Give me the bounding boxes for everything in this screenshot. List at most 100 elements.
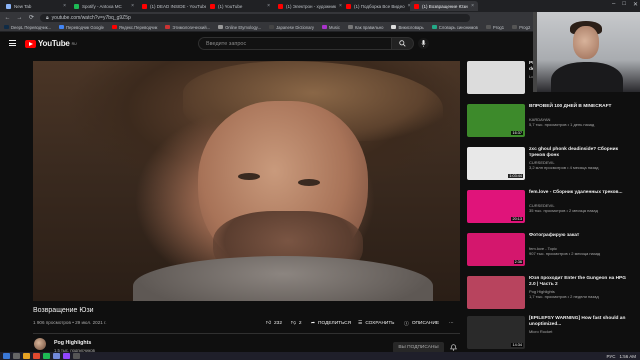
twitch-icon[interactable]	[63, 353, 70, 359]
video-thumbnail[interactable]	[467, 61, 525, 94]
video-thumbnail[interactable]: 2:36	[467, 233, 525, 266]
video-thumbnail[interactable]: 16:37	[467, 104, 525, 137]
save-label: СОХРАНИТЬ	[365, 321, 395, 326]
obs-icon[interactable]	[73, 353, 80, 359]
recommended-title[interactable]: fem.love - Сборник удаленных треков...	[529, 190, 633, 196]
start-icon[interactable]	[3, 353, 10, 359]
recommended-video[interactable]: 16:37 ВПРОВЕЙ 100 ДНЕЙ В MINECRAFT KARDAYA…	[467, 104, 635, 146]
url-text: youtube.com/watch?v=y7bq_g9Z5p	[51, 14, 131, 21]
minimize-icon[interactable]: –	[612, 1, 615, 8]
video-thumbnail[interactable]: 20:13	[467, 190, 525, 223]
lock-icon: 🔒︎	[46, 14, 49, 21]
webcam-body	[551, 62, 623, 92]
youtube-logo[interactable]: YouTube RU	[25, 39, 77, 48]
search-input[interactable]: Введите запрос	[198, 37, 392, 50]
tab-close-icon[interactable]: ×	[471, 3, 474, 9]
playlist-add-icon: ☰	[358, 321, 363, 326]
tab-label: Spotify - Antoxa MC	[82, 3, 122, 9]
video-title: Возвращение Юзи	[33, 307, 94, 314]
bookmark-item[interactable]: Яндекс.Переводчик	[111, 25, 157, 30]
browser-tab[interactable]: (1) Возвращение Юзи ×	[410, 1, 478, 11]
browser-tab[interactable]: (1) DEAD INSIDE - YouTube×	[138, 1, 206, 11]
bookmark-item[interactable]: Music	[322, 25, 340, 30]
webcam-overlay	[533, 12, 640, 92]
channel-name[interactable]: Pog Highlights	[54, 340, 91, 346]
file-explorer-icon[interactable]	[23, 353, 30, 359]
recommended-video[interactable]: 1:03:44 zxc ghoul phonk deadinside? Сборн…	[467, 147, 635, 189]
recommended-video[interactable]: 20:13 fem.love - Сборник удаленных треков…	[467, 190, 635, 232]
tab-label: (1) YouTube	[218, 3, 243, 9]
browser-tab[interactable]: New Tab ×	[2, 1, 70, 11]
bookmark-item[interactable]: Japanese Dictionary	[269, 25, 314, 30]
bookmark-item[interactable]: Как правильно	[347, 25, 383, 30]
share-button[interactable]: ➦ ПОДЕЛИТЬСЯ	[311, 319, 351, 328]
bookmark-favicon-icon	[431, 25, 437, 29]
recommended-title[interactable]: zxc ghoul phonk deadinside? Сборник трек…	[529, 147, 633, 159]
recommended-title[interactable]: Юзя проходит Enter the Gungeon на HPG 2.…	[529, 276, 633, 288]
more-actions-button[interactable]: ⋯	[449, 319, 454, 328]
search-button[interactable]	[392, 37, 414, 50]
recommended-video[interactable]: 2:36 Фотографирую закат fem.love - Topic 90…	[467, 233, 635, 275]
browser-icon[interactable]	[33, 353, 40, 359]
voice-search-button[interactable]	[418, 38, 429, 49]
browser-tab[interactable]: Spotify - Antoxa MC ×	[70, 1, 138, 11]
video-thumbnail[interactable]	[467, 276, 525, 309]
clock[interactable]: 1:56 AM	[619, 354, 636, 359]
region-label: RU	[71, 41, 77, 46]
video-duration: 2:36	[513, 260, 523, 264]
bookmark-favicon-icon	[347, 25, 353, 29]
forward-arrow-icon[interactable]: →	[16, 15, 23, 21]
spotify-icon[interactable]	[43, 353, 50, 359]
bookmark-favicon-icon	[165, 25, 171, 29]
dislike-count: 2	[298, 321, 302, 326]
video-duration: 1:03:44	[508, 174, 523, 178]
tab-favicon-icon	[210, 3, 215, 9]
bookmark-item[interactable]: Этимологический...	[165, 25, 210, 30]
like-button[interactable]: 👍︎ 232	[266, 319, 282, 328]
close-icon[interactable]: ✕	[633, 1, 638, 8]
bookmark-item[interactable]: Викисловарь	[391, 25, 424, 30]
video-player[interactable]	[33, 61, 460, 301]
video-frame-shirt	[133, 256, 433, 301]
bookmark-favicon-icon	[391, 25, 397, 29]
maximize-icon[interactable]: □	[622, 1, 626, 8]
tab-close-icon[interactable]: ×	[63, 3, 66, 9]
save-button[interactable]: ☰ СОХРАНИТЬ	[358, 319, 394, 328]
tab-close-icon[interactable]: ×	[267, 3, 270, 9]
recommended-title[interactable]: Фотографирую закат	[529, 233, 633, 239]
bookmark-item[interactable]: DeepL Переводчик...	[4, 25, 51, 30]
video-thumbnail[interactable]: 14:34	[467, 316, 525, 349]
like-count: 232	[274, 321, 283, 326]
language-indicator[interactable]: РУС	[606, 354, 615, 359]
browser-tab[interactable]: (1) Подборка Все Видео ×	[342, 1, 410, 11]
dislike-button[interactable]: 👎︎ 2	[291, 319, 302, 328]
bookmark-favicon-icon	[218, 25, 224, 29]
description-button[interactable]: ⓘ ОПИСАНИЕ	[404, 319, 439, 328]
reload-icon[interactable]: ⟳	[28, 14, 35, 21]
video-thumbnail[interactable]: 1:03:44	[467, 147, 525, 180]
browser-tab[interactable]: (1) YouTube ×	[206, 1, 274, 11]
recommended-title[interactable]: ВПРОВЕЙ 100 ДНЕЙ В MINECRAFT	[529, 104, 633, 110]
bookmark-label: Prog2	[519, 24, 531, 30]
back-arrow-icon[interactable]: ←	[4, 15, 11, 21]
recommended-title[interactable]: [EPILEPSY WARNING] How fast should an un…	[529, 316, 633, 328]
browser-tab-bar: New Tab × Spotify - Antoxa MC × (1) DEAD INS…	[0, 0, 640, 12]
bookmark-item[interactable]: Prog1	[485, 25, 504, 30]
url-field[interactable]: 🔒︎ youtube.com/watch?v=y7bq_g9Z5p	[40, 13, 470, 22]
video-frame-eye	[298, 179, 320, 186]
taskbar-search-icon[interactable]	[13, 353, 20, 359]
more-icon: ⋯	[449, 321, 454, 326]
bookmark-item[interactable]: Online Etymology...	[218, 25, 261, 30]
browser-tab[interactable]: (1) Электрон - художник ×	[274, 1, 342, 11]
tab-label: (1) Возвращение Юзи	[422, 3, 468, 9]
bookmark-item[interactable]: Словарь синонимов	[431, 25, 478, 30]
hamburger-menu-icon[interactable]	[9, 40, 16, 46]
notification-bell-icon[interactable]	[450, 344, 457, 351]
bookmark-item[interactable]: Prog2	[512, 25, 530, 30]
tab-close-icon[interactable]: ×	[131, 3, 134, 9]
recommended-channel[interactable]: Micro Rocket	[529, 329, 633, 334]
discord-icon[interactable]	[53, 353, 60, 359]
channel-avatar[interactable]	[34, 338, 46, 350]
bookmark-item[interactable]: Переводчик Google	[59, 25, 104, 30]
recommended-video[interactable]: Юзя проходит Enter the Gungeon на HPG 2.…	[467, 276, 635, 318]
